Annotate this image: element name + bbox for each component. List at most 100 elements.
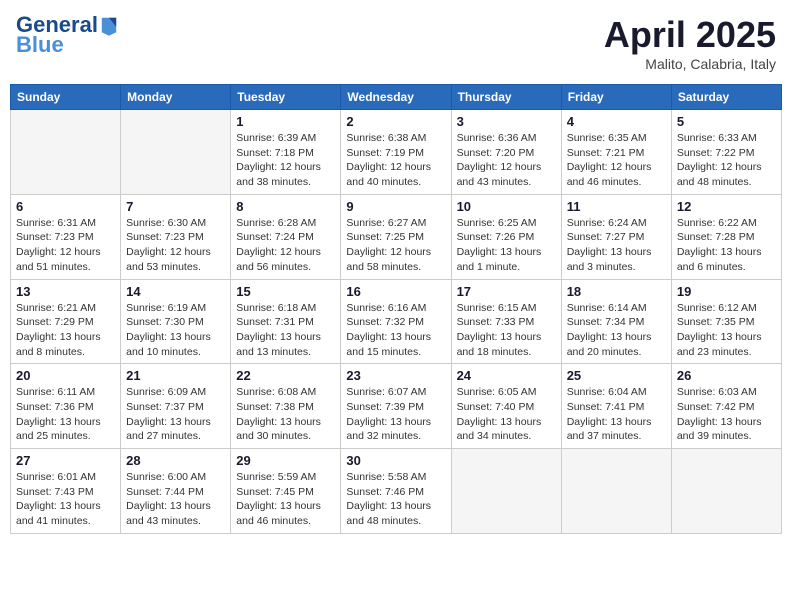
day-number: 26 bbox=[677, 368, 776, 383]
day-number: 9 bbox=[346, 199, 445, 214]
day-info: Sunrise: 6:01 AMSunset: 7:43 PMDaylight:… bbox=[16, 470, 115, 529]
weekday-header: Saturday bbox=[671, 85, 781, 110]
calendar-cell: 15 Sunrise: 6:18 AMSunset: 7:31 PMDayligh… bbox=[231, 279, 341, 364]
calendar-cell: 5 Sunrise: 6:33 AMSunset: 7:22 PMDaylight… bbox=[671, 110, 781, 195]
day-number: 17 bbox=[457, 284, 556, 299]
calendar-cell: 18 Sunrise: 6:14 AMSunset: 7:34 PMDayligh… bbox=[561, 279, 671, 364]
day-info: Sunrise: 6:21 AMSunset: 7:29 PMDaylight:… bbox=[16, 301, 115, 360]
day-info: Sunrise: 6:27 AMSunset: 7:25 PMDaylight:… bbox=[346, 216, 445, 275]
weekday-header: Sunday bbox=[11, 85, 121, 110]
day-number: 14 bbox=[126, 284, 225, 299]
calendar-cell bbox=[451, 449, 561, 534]
calendar-cell bbox=[11, 110, 121, 195]
day-info: Sunrise: 6:18 AMSunset: 7:31 PMDaylight:… bbox=[236, 301, 335, 360]
day-info: Sunrise: 6:16 AMSunset: 7:32 PMDaylight:… bbox=[346, 301, 445, 360]
day-number: 11 bbox=[567, 199, 666, 214]
calendar-cell: 23 Sunrise: 6:07 AMSunset: 7:39 PMDayligh… bbox=[341, 364, 451, 449]
calendar-cell: 10Sunrise: 6:25 AMSunset: 7:26 PMDayligh… bbox=[451, 194, 561, 279]
day-number: 20 bbox=[16, 368, 115, 383]
day-number: 13 bbox=[16, 284, 115, 299]
month-title: April 2025 bbox=[604, 14, 776, 56]
calendar-cell: 9 Sunrise: 6:27 AMSunset: 7:25 PMDaylight… bbox=[341, 194, 451, 279]
day-number: 16 bbox=[346, 284, 445, 299]
calendar-cell: 19Sunrise: 6:12 AMSunset: 7:35 PMDayligh… bbox=[671, 279, 781, 364]
day-info: Sunrise: 6:07 AMSunset: 7:39 PMDaylight:… bbox=[346, 385, 445, 444]
day-number: 27 bbox=[16, 453, 115, 468]
day-info: Sunrise: 6:19 AMSunset: 7:30 PMDaylight:… bbox=[126, 301, 225, 360]
day-number: 30 bbox=[346, 453, 445, 468]
logo-blue: Blue bbox=[16, 32, 64, 58]
calendar-cell: 28 Sunrise: 6:00 AMSunset: 7:44 PMDayligh… bbox=[121, 449, 231, 534]
day-info: Sunrise: 6:15 AMSunset: 7:33 PMDaylight:… bbox=[457, 301, 556, 360]
day-info: Sunrise: 6:38 AMSunset: 7:19 PMDaylight:… bbox=[346, 131, 445, 190]
day-info: Sunrise: 6:22 AMSunset: 7:28 PMDaylight:… bbox=[677, 216, 776, 275]
calendar-cell: 6 Sunrise: 6:31 AMSunset: 7:23 PMDaylight… bbox=[11, 194, 121, 279]
day-number: 18 bbox=[567, 284, 666, 299]
day-info: Sunrise: 6:24 AMSunset: 7:27 PMDaylight:… bbox=[567, 216, 666, 275]
day-number: 7 bbox=[126, 199, 225, 214]
calendar-cell bbox=[671, 449, 781, 534]
calendar-cell bbox=[561, 449, 671, 534]
day-info: Sunrise: 6:03 AMSunset: 7:42 PMDaylight:… bbox=[677, 385, 776, 444]
calendar-cell: 4 Sunrise: 6:35 AMSunset: 7:21 PMDaylight… bbox=[561, 110, 671, 195]
calendar-cell: 11 Sunrise: 6:24 AMSunset: 7:27 PMDayligh… bbox=[561, 194, 671, 279]
logo-icon bbox=[100, 14, 118, 36]
day-info: Sunrise: 6:00 AMSunset: 7:44 PMDaylight:… bbox=[126, 470, 225, 529]
calendar-cell: 12 Sunrise: 6:22 AMSunset: 7:28 PMDayligh… bbox=[671, 194, 781, 279]
day-info: Sunrise: 6:04 AMSunset: 7:41 PMDaylight:… bbox=[567, 385, 666, 444]
day-info: Sunrise: 6:11 AMSunset: 7:36 PMDaylight:… bbox=[16, 385, 115, 444]
day-number: 15 bbox=[236, 284, 335, 299]
day-info: Sunrise: 6:09 AMSunset: 7:37 PMDaylight:… bbox=[126, 385, 225, 444]
calendar-week-row: 6 Sunrise: 6:31 AMSunset: 7:23 PMDaylight… bbox=[11, 194, 782, 279]
day-info: Sunrise: 5:58 AMSunset: 7:46 PMDaylight:… bbox=[346, 470, 445, 529]
day-number: 28 bbox=[126, 453, 225, 468]
calendar-week-row: 1 Sunrise: 6:39 AMSunset: 7:18 PMDaylight… bbox=[11, 110, 782, 195]
day-info: Sunrise: 6:36 AMSunset: 7:20 PMDaylight:… bbox=[457, 131, 556, 190]
day-number: 22 bbox=[236, 368, 335, 383]
calendar-cell: 2 Sunrise: 6:38 AMSunset: 7:19 PMDaylight… bbox=[341, 110, 451, 195]
calendar-cell: 1 Sunrise: 6:39 AMSunset: 7:18 PMDaylight… bbox=[231, 110, 341, 195]
calendar-header-row: SundayMondayTuesdayWednesdayThursdayFrid… bbox=[11, 85, 782, 110]
day-number: 10 bbox=[457, 199, 556, 214]
day-number: 6 bbox=[16, 199, 115, 214]
calendar-cell: 3 Sunrise: 6:36 AMSunset: 7:20 PMDaylight… bbox=[451, 110, 561, 195]
day-info: Sunrise: 6:39 AMSunset: 7:18 PMDaylight:… bbox=[236, 131, 335, 190]
logo: General Blue bbox=[16, 14, 118, 58]
calendar-table: SundayMondayTuesdayWednesdayThursdayFrid… bbox=[10, 84, 782, 534]
weekday-header: Wednesday bbox=[341, 85, 451, 110]
calendar-cell: 14 Sunrise: 6:19 AMSunset: 7:30 PMDayligh… bbox=[121, 279, 231, 364]
day-number: 24 bbox=[457, 368, 556, 383]
day-info: Sunrise: 6:28 AMSunset: 7:24 PMDaylight:… bbox=[236, 216, 335, 275]
day-info: Sunrise: 6:35 AMSunset: 7:21 PMDaylight:… bbox=[567, 131, 666, 190]
calendar-cell: 26 Sunrise: 6:03 AMSunset: 7:42 PMDayligh… bbox=[671, 364, 781, 449]
weekday-header: Friday bbox=[561, 85, 671, 110]
day-number: 12 bbox=[677, 199, 776, 214]
calendar-cell: 25Sunrise: 6:04 AMSunset: 7:41 PMDayligh… bbox=[561, 364, 671, 449]
calendar-cell: 29Sunrise: 5:59 AMSunset: 7:45 PMDayligh… bbox=[231, 449, 341, 534]
calendar-cell bbox=[121, 110, 231, 195]
day-info: Sunrise: 6:31 AMSunset: 7:23 PMDaylight:… bbox=[16, 216, 115, 275]
day-number: 8 bbox=[236, 199, 335, 214]
day-info: Sunrise: 6:05 AMSunset: 7:40 PMDaylight:… bbox=[457, 385, 556, 444]
calendar-cell: 21Sunrise: 6:09 AMSunset: 7:37 PMDayligh… bbox=[121, 364, 231, 449]
weekday-header: Tuesday bbox=[231, 85, 341, 110]
day-number: 23 bbox=[346, 368, 445, 383]
day-info: Sunrise: 6:33 AMSunset: 7:22 PMDaylight:… bbox=[677, 131, 776, 190]
calendar-cell: 13 Sunrise: 6:21 AMSunset: 7:29 PMDayligh… bbox=[11, 279, 121, 364]
calendar-cell: 30 Sunrise: 5:58 AMSunset: 7:46 PMDayligh… bbox=[341, 449, 451, 534]
page-header: General Blue April 2025 Malito, Calabria… bbox=[10, 10, 782, 76]
day-number: 4 bbox=[567, 114, 666, 129]
day-number: 1 bbox=[236, 114, 335, 129]
day-info: Sunrise: 6:12 AMSunset: 7:35 PMDaylight:… bbox=[677, 301, 776, 360]
calendar-week-row: 20 Sunrise: 6:11 AMSunset: 7:36 PMDayligh… bbox=[11, 364, 782, 449]
day-info: Sunrise: 6:14 AMSunset: 7:34 PMDaylight:… bbox=[567, 301, 666, 360]
calendar-cell: 27 Sunrise: 6:01 AMSunset: 7:43 PMDayligh… bbox=[11, 449, 121, 534]
weekday-header: Thursday bbox=[451, 85, 561, 110]
calendar-cell: 7Sunrise: 6:30 AMSunset: 7:23 PMDaylight… bbox=[121, 194, 231, 279]
day-number: 5 bbox=[677, 114, 776, 129]
calendar-cell: 8 Sunrise: 6:28 AMSunset: 7:24 PMDaylight… bbox=[231, 194, 341, 279]
day-number: 2 bbox=[346, 114, 445, 129]
location: Malito, Calabria, Italy bbox=[604, 56, 776, 72]
day-number: 3 bbox=[457, 114, 556, 129]
calendar-cell: 24 Sunrise: 6:05 AMSunset: 7:40 PMDayligh… bbox=[451, 364, 561, 449]
